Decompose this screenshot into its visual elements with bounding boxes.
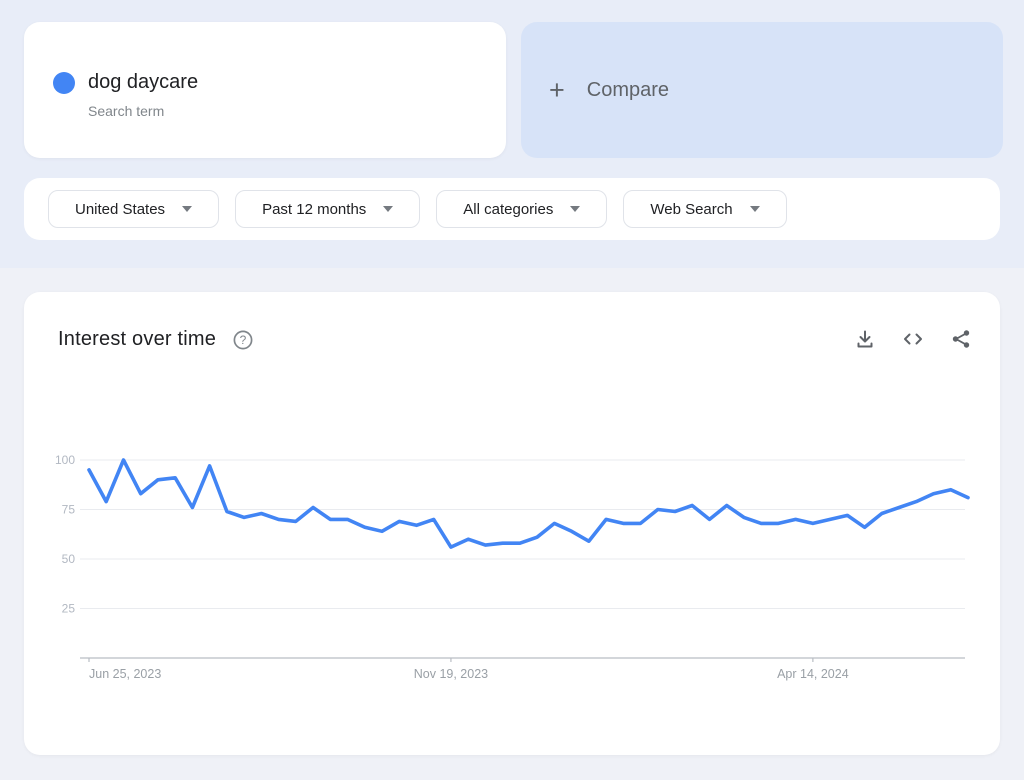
- chart-actions: [854, 328, 972, 350]
- chevron-down-icon: [182, 206, 192, 212]
- chart-title: Interest over time: [58, 328, 216, 351]
- svg-text:Jun 25, 2023: Jun 25, 2023: [89, 667, 161, 681]
- share-icon[interactable]: [950, 328, 972, 350]
- filter-bar: United States Past 12 months All categor…: [24, 178, 1000, 240]
- chevron-down-icon: [570, 206, 580, 212]
- time-filter-dropdown[interactable]: Past 12 months: [235, 190, 420, 228]
- search-term-type-label: Search term: [88, 102, 164, 120]
- compare-label: Compare: [587, 79, 669, 102]
- geo-filter-dropdown[interactable]: United States: [48, 190, 219, 228]
- embed-icon[interactable]: [902, 328, 924, 350]
- interest-over-time-card: Interest over time ?: [24, 292, 1000, 755]
- search-terms-section: dog daycare Search term + Compare United…: [0, 0, 1024, 268]
- svg-text:75: 75: [62, 503, 76, 517]
- compare-add-card[interactable]: + Compare: [521, 22, 1003, 158]
- plus-icon: +: [549, 76, 565, 104]
- chevron-down-icon: [383, 206, 393, 212]
- category-filter-dropdown[interactable]: All categories: [436, 190, 607, 228]
- svg-text:50: 50: [62, 552, 76, 566]
- svg-text:Apr 14, 2024: Apr 14, 2024: [777, 667, 849, 681]
- search-term-card[interactable]: dog daycare Search term: [24, 22, 506, 158]
- search-type-filter-dropdown[interactable]: Web Search: [623, 190, 786, 228]
- series-color-dot: [53, 72, 75, 94]
- category-filter-label: All categories: [463, 201, 553, 218]
- time-filter-label: Past 12 months: [262, 201, 366, 218]
- svg-text:25: 25: [62, 602, 76, 616]
- svg-text:Nov 19, 2023: Nov 19, 2023: [414, 667, 488, 681]
- download-icon[interactable]: [854, 328, 876, 350]
- geo-filter-label: United States: [75, 201, 165, 218]
- interest-over-time-chart: 100 75 50 25 Jun 25, 2023 Nov 19, 2023 Apr 14,…: [24, 440, 1000, 700]
- chevron-down-icon: [750, 206, 760, 212]
- search-type-filter-label: Web Search: [650, 201, 732, 218]
- svg-text:?: ?: [240, 333, 247, 347]
- help-icon[interactable]: ?: [232, 329, 254, 351]
- search-term-text: dog daycare: [88, 69, 198, 95]
- svg-text:100: 100: [55, 453, 75, 467]
